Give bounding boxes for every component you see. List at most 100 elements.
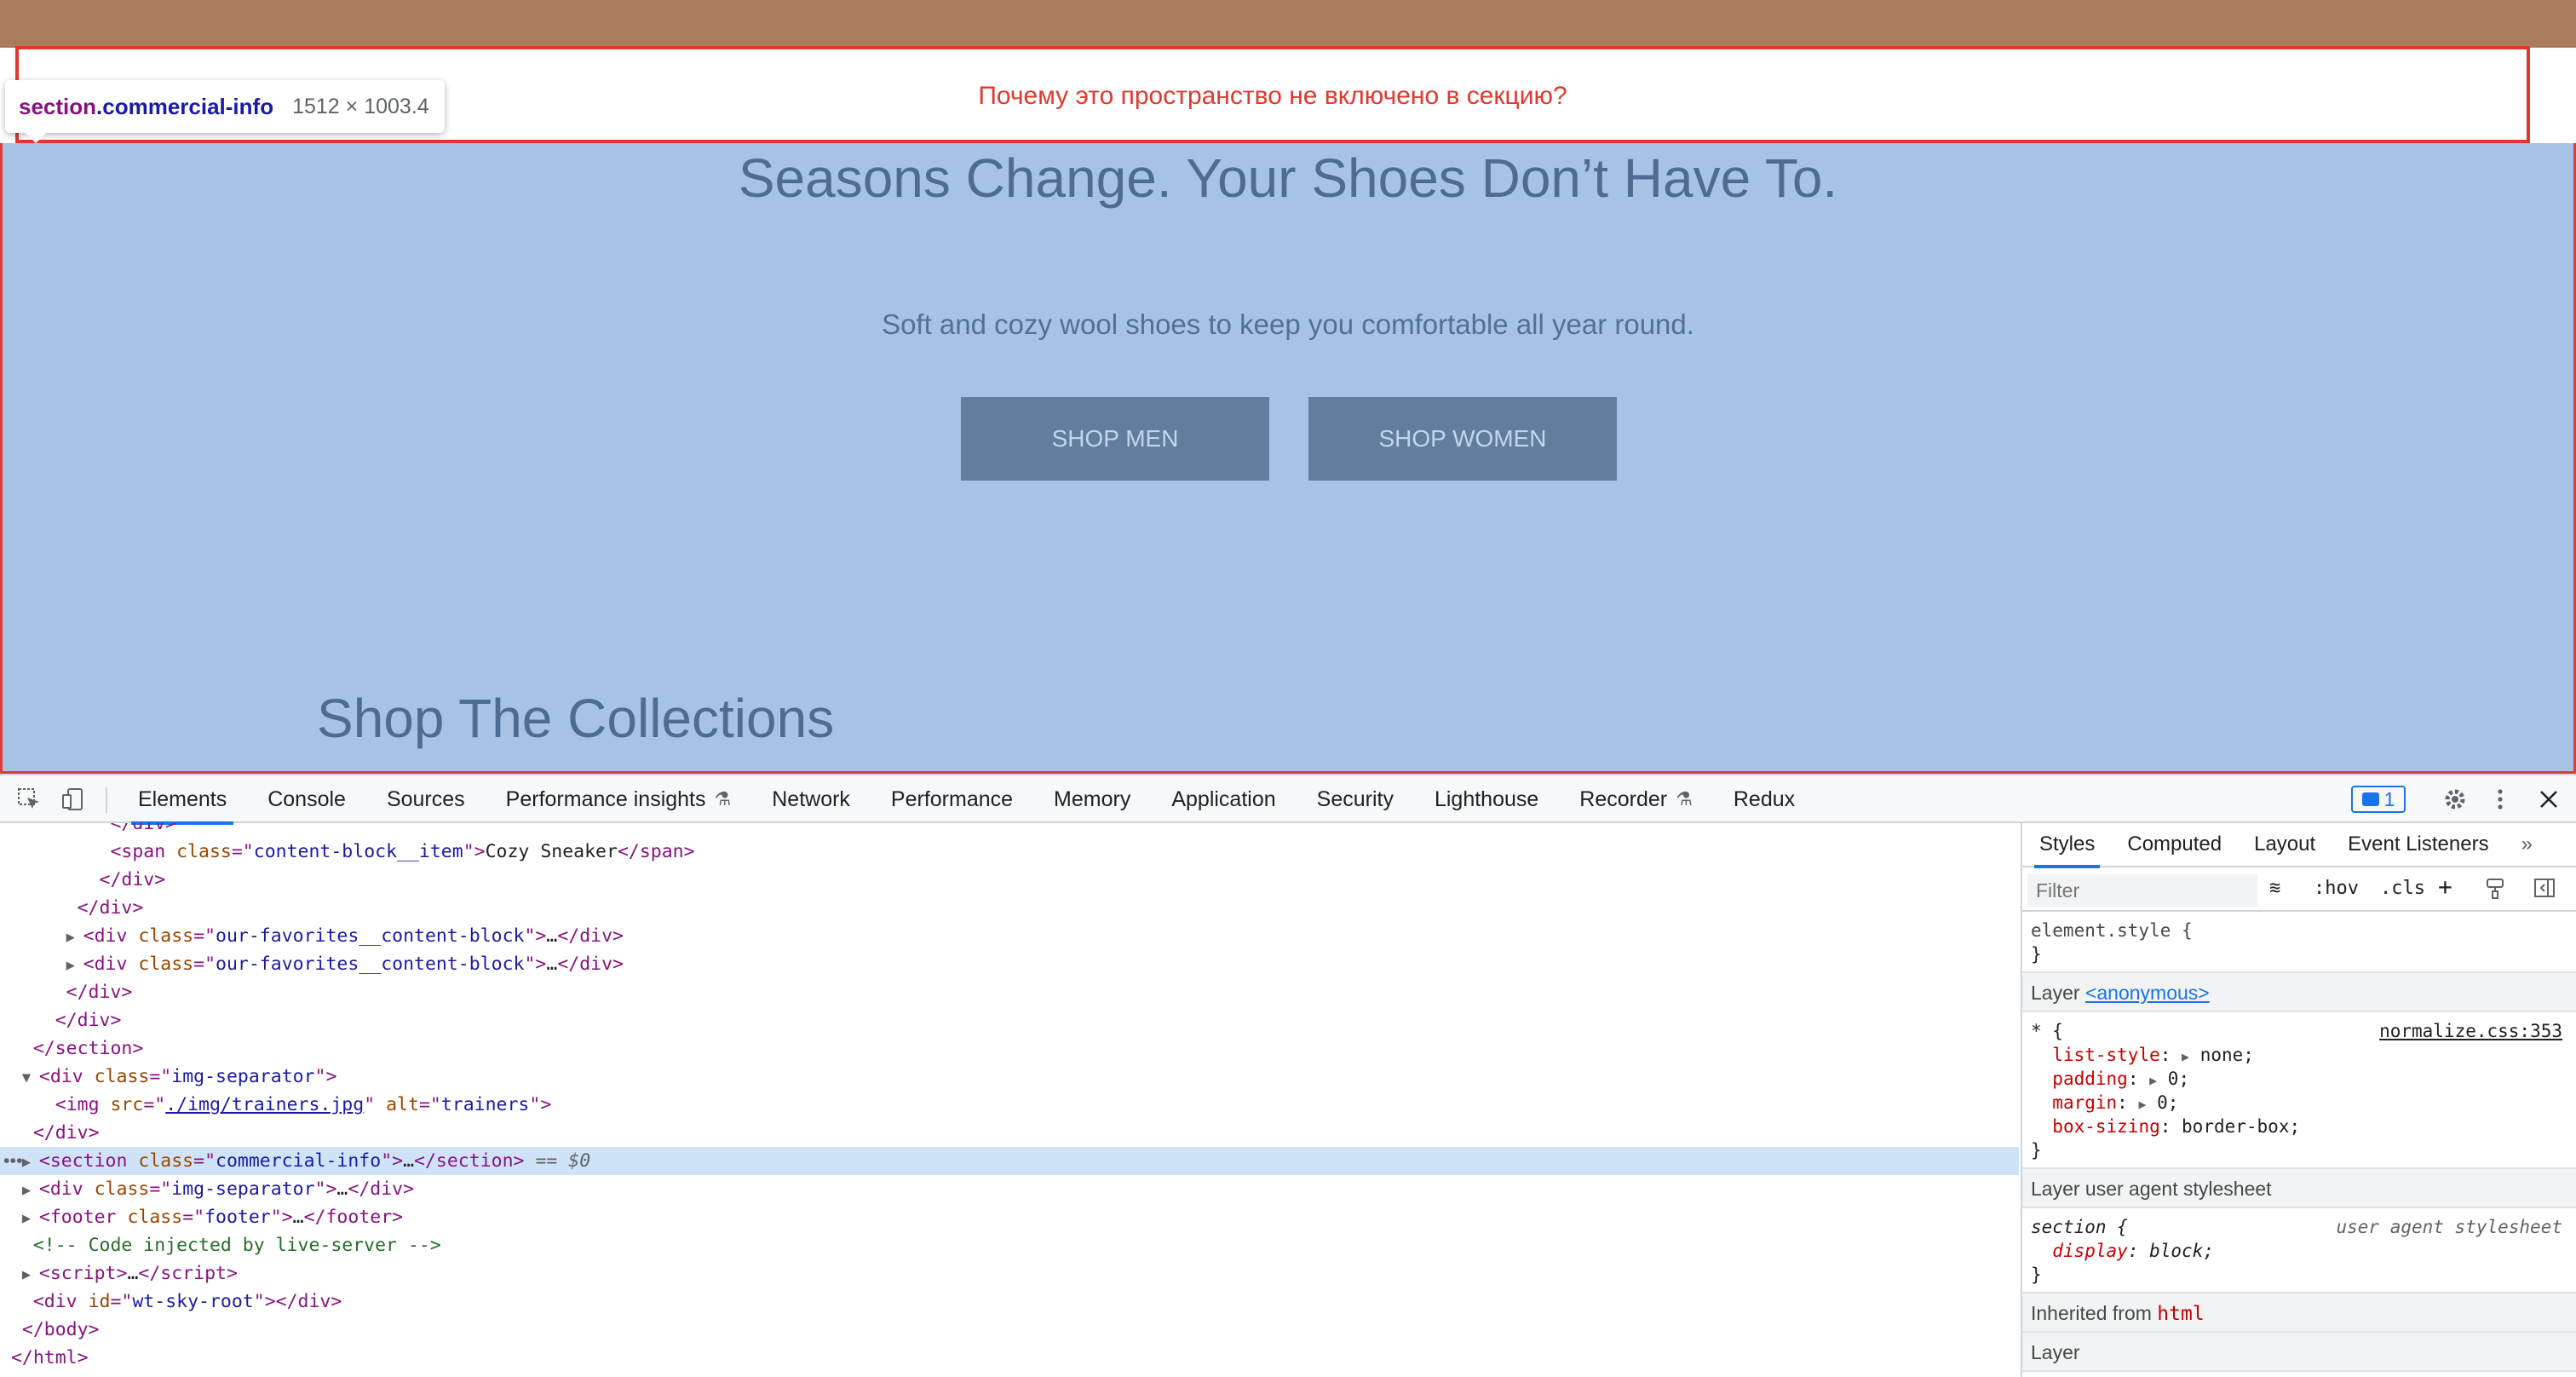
more-dots-icon[interactable]: ••• [3, 1147, 23, 1175]
prop-name: padding [2052, 1069, 2128, 1089]
hero-subtitle: Soft and cozy wool shoes to keep you com… [882, 308, 1694, 340]
dom-line[interactable]: </div> [0, 1006, 2019, 1034]
dom-text-cozy: Cozy Sneaker [485, 841, 618, 862]
issues-badge[interactable]: 1 [2351, 786, 2406, 813]
expand-triangle-icon[interactable]: ▶ [66, 924, 83, 952]
tab-console[interactable]: Console [267, 775, 346, 823]
dom-line[interactable]: ▶ <div class="our-favorites__content-bloc… [0, 950, 2019, 978]
styles-filter-row: ≋ :hov .cls + [2022, 867, 2576, 912]
dom-line[interactable]: </div> [0, 823, 2019, 838]
toggle-sidebar-icon[interactable] [2533, 878, 2556, 903]
inherited-header: Inherited from html [2022, 1293, 2576, 1333]
tab-event-listeners[interactable]: Event Listeners [2348, 823, 2488, 867]
shop-men-button[interactable]: SHOP MEN [961, 397, 1269, 481]
tab-computed[interactable]: Computed [2127, 823, 2222, 867]
collections-title: Shop The Collections [317, 688, 835, 749]
tab-performance[interactable]: Performance [891, 775, 1013, 823]
more-vertical-icon[interactable] [2487, 782, 2513, 816]
prop-name: display [2052, 1241, 2128, 1261]
tab-network[interactable]: Network [772, 775, 850, 823]
inspect-tooltip: section .commercial-info 1512 × 1003.4 [5, 80, 445, 143]
tab-performance-insights[interactable]: Performance insights ⚗ [506, 775, 732, 823]
dom-line[interactable]: <span class="content-block__item">Cozy S… [0, 838, 2019, 866]
rule-close: } [2031, 944, 2042, 965]
dom-line[interactable]: ▶ <div class="img-separator">…</div> [0, 1175, 2019, 1203]
hov-toggle[interactable]: :hov [2314, 878, 2359, 899]
page-viewport: Почему это пространство не включено в се… [0, 0, 2576, 774]
dom-line[interactable]: <img src="./img/trainers.jpg" alt="train… [0, 1091, 2019, 1119]
prop-value: none; [2199, 1045, 2254, 1065]
inherited-label: Inherited from [2031, 1302, 2158, 1324]
dom-line[interactable]: </div> [0, 894, 2019, 922]
rule-close: } [2031, 1265, 2042, 1285]
dom-line[interactable]: ▶ <footer class="footer">…</footer> [0, 1203, 2019, 1231]
element-style-block[interactable]: element.style { } [2022, 912, 2576, 973]
tab-recorder-label: Recorder [1579, 786, 1668, 811]
expand-triangle-icon[interactable]: ▶ [66, 952, 83, 980]
shop-women-button[interactable]: SHOP WOMEN [1308, 397, 1617, 481]
new-rule-plus-icon[interactable]: + [2438, 873, 2452, 901]
star-rule-block[interactable]: * {normalize.css:353 list-style: ▶ none;… [2022, 1012, 2576, 1169]
close-icon[interactable] [2532, 782, 2566, 816]
dom-line[interactable]: ▶ <div class="our-favorites__content-bloc… [0, 922, 2019, 950]
issues-icon [2361, 792, 2379, 806]
tab-memory[interactable]: Memory [1054, 775, 1130, 823]
layer-anonymous-link[interactable]: <anonymous> [2085, 982, 2210, 1004]
dom-line[interactable]: ▶ <script>…</script> [0, 1259, 2019, 1288]
expand-triangle-icon[interactable]: ▶ [22, 1149, 39, 1177]
prop-name: margin [2052, 1092, 2118, 1113]
tooltip-class: .commercial-info [96, 93, 274, 119]
section-rule-block[interactable]: section {user agent stylesheet display: … [2022, 1208, 2576, 1293]
paint-roller-icon[interactable] [2486, 878, 2506, 905]
tab-lighthouse[interactable]: Lighthouse [1435, 775, 1538, 823]
dom-line[interactable]: </section> [0, 1034, 2019, 1063]
layer-label: Layer [2031, 982, 2085, 1004]
styles-pane: Styles Computed Layout Event Listeners »… [2021, 823, 2576, 1377]
tab-security[interactable]: Security [1317, 775, 1394, 823]
styles-tabs: Styles Computed Layout Event Listeners » [2022, 823, 2576, 868]
inspect-element-icon[interactable] [12, 782, 46, 816]
rule-close: } [2031, 1140, 2042, 1161]
dom-line[interactable]: </div> [0, 978, 2019, 1006]
prop-value: block; [2149, 1241, 2214, 1261]
gear-icon[interactable] [2438, 782, 2472, 816]
collapse-triangle-icon[interactable]: ▼ [22, 1064, 39, 1092]
dom-line[interactable]: <div id="wt-sky-root"></div> [0, 1288, 2019, 1316]
margin-overlay [0, 0, 2576, 48]
inherited-tag: html [2157, 1303, 2205, 1325]
dom-line-selected[interactable]: ••• ▶ <section class="commercial-info">…<… [0, 1147, 2019, 1175]
normalize-source-link[interactable]: normalize.css:353 [2379, 1019, 2562, 1043]
dom-line[interactable]: </div> [0, 866, 2019, 894]
element-style-rule: element.style { [2031, 920, 2193, 941]
img-src-link[interactable]: ./img/trainers.jpg [165, 1094, 364, 1115]
expand-triangle-icon[interactable]: ▶ [22, 1261, 39, 1289]
dom-line[interactable]: </html> [0, 1344, 2019, 1372]
elements-dom-tree: </div> <span class="content-block__item"… [0, 823, 2019, 1377]
expand-triangle-icon[interactable]: ▶ [22, 1205, 39, 1233]
tab-layout[interactable]: Layout [2254, 823, 2315, 867]
device-toolbar-icon[interactable] [56, 782, 90, 816]
layer-header: Layer [2022, 1333, 2576, 1372]
dom-line[interactable]: <!-- Code injected by live-server --> [0, 1231, 2019, 1259]
tab-sources[interactable]: Sources [387, 775, 465, 823]
tab-elements[interactable]: Elements [130, 775, 234, 825]
devtools-panel: Elements Console Sources Performance ins… [0, 774, 2576, 1377]
selected-marker: == $0 [535, 1150, 591, 1172]
tab-performance-insights-label: Performance insights [505, 786, 706, 811]
cls-toggle[interactable]: .cls [2380, 878, 2425, 899]
tab-redux[interactable]: Redux [1734, 775, 1795, 823]
layers-icon[interactable]: ≋ [2269, 878, 2280, 899]
prop-value: 0; [2157, 1092, 2179, 1113]
styles-filter-input[interactable] [2027, 874, 2257, 907]
dom-line[interactable]: </body> [0, 1316, 2019, 1344]
more-tabs-chevron-icon[interactable]: » [2521, 823, 2533, 867]
expand-triangle-icon[interactable]: ▶ [22, 1177, 39, 1205]
dom-line[interactable]: </div> [0, 1119, 2019, 1147]
dom-line[interactable]: ▼ <div class="img-separator"> [0, 1063, 2019, 1091]
toolbar-separator [106, 787, 107, 813]
tab-styles[interactable]: Styles [2033, 823, 2101, 868]
prop-name: list-style [2052, 1045, 2160, 1065]
tab-recorder[interactable]: Recorder ⚗ [1579, 775, 1693, 823]
section-selector: section { [2031, 1217, 2128, 1237]
tab-application[interactable]: Application [1171, 775, 1275, 823]
